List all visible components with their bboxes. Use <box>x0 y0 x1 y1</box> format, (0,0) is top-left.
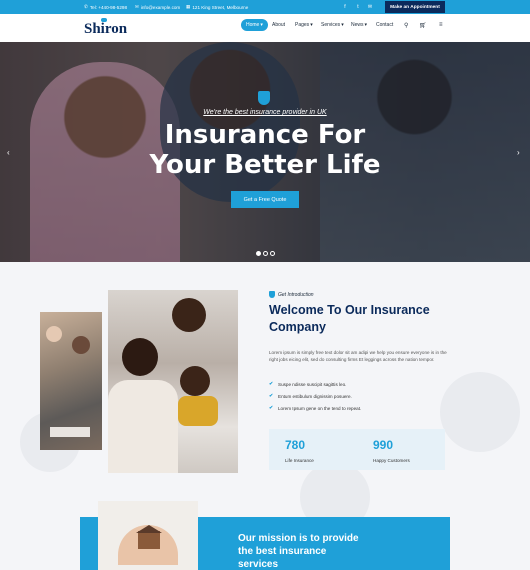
address-text: 121 King Street, Melbourne <box>192 4 249 10</box>
nav-label: Home <box>246 22 260 28</box>
search-icon[interactable]: ⚲ <box>404 22 408 29</box>
cart-icon[interactable]: 🛒︎ <box>419 22 427 29</box>
hero-title-line2: Your Better Life <box>149 150 381 180</box>
stats-box: 780 Life Insurance 990 Happy Customers <box>269 429 445 470</box>
photo-detail <box>178 396 218 426</box>
check-item: ✔ Suspe ndisse suscipit sagittis leo. <box>269 381 347 388</box>
menu-icon[interactable]: ≡ <box>439 22 443 28</box>
facebook-icon[interactable]: f <box>341 3 349 11</box>
about-subtag: Get Introduction <box>269 291 314 298</box>
nav-item-pages[interactable]: Pages ▾ <box>295 22 313 28</box>
top-bar: ✆ Tel: +440-98-5298 ✉ info@example.com ▦… <box>0 0 530 14</box>
phone-text: Tel: +440-98-5298 <box>89 4 128 10</box>
photo-detail <box>108 380 178 473</box>
slider-dot[interactable] <box>270 251 275 256</box>
building-icon: ▦ <box>186 4 191 9</box>
logo-mark-icon <box>101 18 107 22</box>
about-image-family <box>108 290 238 473</box>
check-icon: ✔ <box>269 381 274 387</box>
slider-dot[interactable] <box>263 251 268 256</box>
nav-label: News <box>351 22 364 28</box>
about-title-line1: Welcome To Our Insurance <box>269 303 430 317</box>
mail-icon[interactable]: ✉ <box>366 3 374 11</box>
mission-heading: Our mission is to provide the best insur… <box>238 532 428 570</box>
nav-item-contact[interactable]: Contact <box>376 22 393 28</box>
hero-tagline: We're the best insurance provider in UK <box>203 109 327 116</box>
nav-item-about[interactable]: About <box>272 22 285 28</box>
stat-life-insurance: 780 Life Insurance <box>269 429 357 470</box>
photo-detail <box>172 298 206 332</box>
free-quote-label: Get a Free Quote <box>243 196 287 203</box>
photo-detail <box>138 531 160 549</box>
site-logo[interactable]: Shiron <box>84 18 128 38</box>
nav-label: About <box>272 22 286 28</box>
chevron-down-icon: ▾ <box>260 22 263 28</box>
about-image-elderly-couple <box>40 312 102 450</box>
nav-label: Contact <box>376 22 394 28</box>
chevron-down-icon: ▾ <box>341 22 344 28</box>
chevron-right-icon[interactable]: › <box>517 148 520 157</box>
chevron-down-icon: ▾ <box>310 22 313 28</box>
nav-item-services[interactable]: Services ▾ <box>321 22 344 28</box>
email-info[interactable]: ✉ info@example.com <box>135 4 180 10</box>
photo-detail <box>136 525 162 533</box>
background-decor <box>440 372 520 452</box>
email-text: info@example.com <box>140 4 181 10</box>
mission-line: services <box>238 559 279 570</box>
stat-value: 780 <box>285 438 306 452</box>
subtag-text: Get Introduction <box>278 291 314 298</box>
photo-detail <box>180 366 210 396</box>
nav-label: Services <box>321 22 341 28</box>
check-text: Lorem Ipsum gene on the tend to repeat. <box>278 406 362 411</box>
check-item: ✔ Lorem Ipsum gene on the tend to repeat. <box>269 405 362 412</box>
phone-icon: ✆ <box>84 4 88 9</box>
slider-dot[interactable] <box>256 251 261 256</box>
check-text: Suspe ndisse suscipit sagittis leo. <box>278 382 347 387</box>
nav-item-news[interactable]: News ▾ <box>351 22 367 28</box>
mission-image-house <box>98 501 198 570</box>
about-title-line2: Company <box>269 320 326 334</box>
check-icon: ✔ <box>269 393 274 399</box>
appointment-button[interactable]: Make an Appointment <box>385 1 445 13</box>
photo-detail <box>50 427 90 437</box>
check-item: ✔ Entum estibulum dignissim posuere. <box>269 393 352 400</box>
check-icon: ✔ <box>269 405 274 411</box>
photo-detail <box>46 326 62 342</box>
check-text: Entum estibulum dignissim posuere. <box>278 394 352 399</box>
mission-line: the best insurance <box>238 546 327 557</box>
appointment-label: Make an Appointment <box>390 4 440 10</box>
shield-icon <box>269 291 275 298</box>
stat-label: Life Insurance <box>285 458 314 463</box>
address-info: ▦ 121 King Street, Melbourne <box>186 4 248 10</box>
slider-dots <box>256 251 275 256</box>
photo-detail <box>72 336 90 354</box>
stat-value: 990 <box>373 438 394 452</box>
chevron-down-icon: ▾ <box>364 22 368 28</box>
photo-detail <box>122 338 158 376</box>
stat-label: Happy Customers <box>373 458 410 463</box>
phone-info[interactable]: ✆ Tel: +440-98-5298 <box>84 4 127 10</box>
nav-label: Pages <box>295 22 310 28</box>
mission-line: Our mission is to provide <box>238 533 359 544</box>
shield-icon <box>258 91 270 105</box>
hero-slider: We're the best insurance provider in UK … <box>0 42 530 262</box>
mail-icon: ✉ <box>135 4 139 9</box>
hero-title-line1: Insurance For <box>164 120 366 150</box>
logo-text: Shiron <box>84 21 128 37</box>
twitter-icon[interactable]: t <box>354 3 362 11</box>
stat-happy-customers: 990 Happy Customers <box>357 429 445 470</box>
about-paragraph: Lorem ipsum is simply free text dolor si… <box>269 350 447 362</box>
nav-item-home[interactable]: Home ▾ <box>241 19 268 31</box>
chevron-left-icon[interactable]: ‹ <box>7 148 10 157</box>
free-quote-button[interactable]: Get a Free Quote <box>231 191 299 208</box>
